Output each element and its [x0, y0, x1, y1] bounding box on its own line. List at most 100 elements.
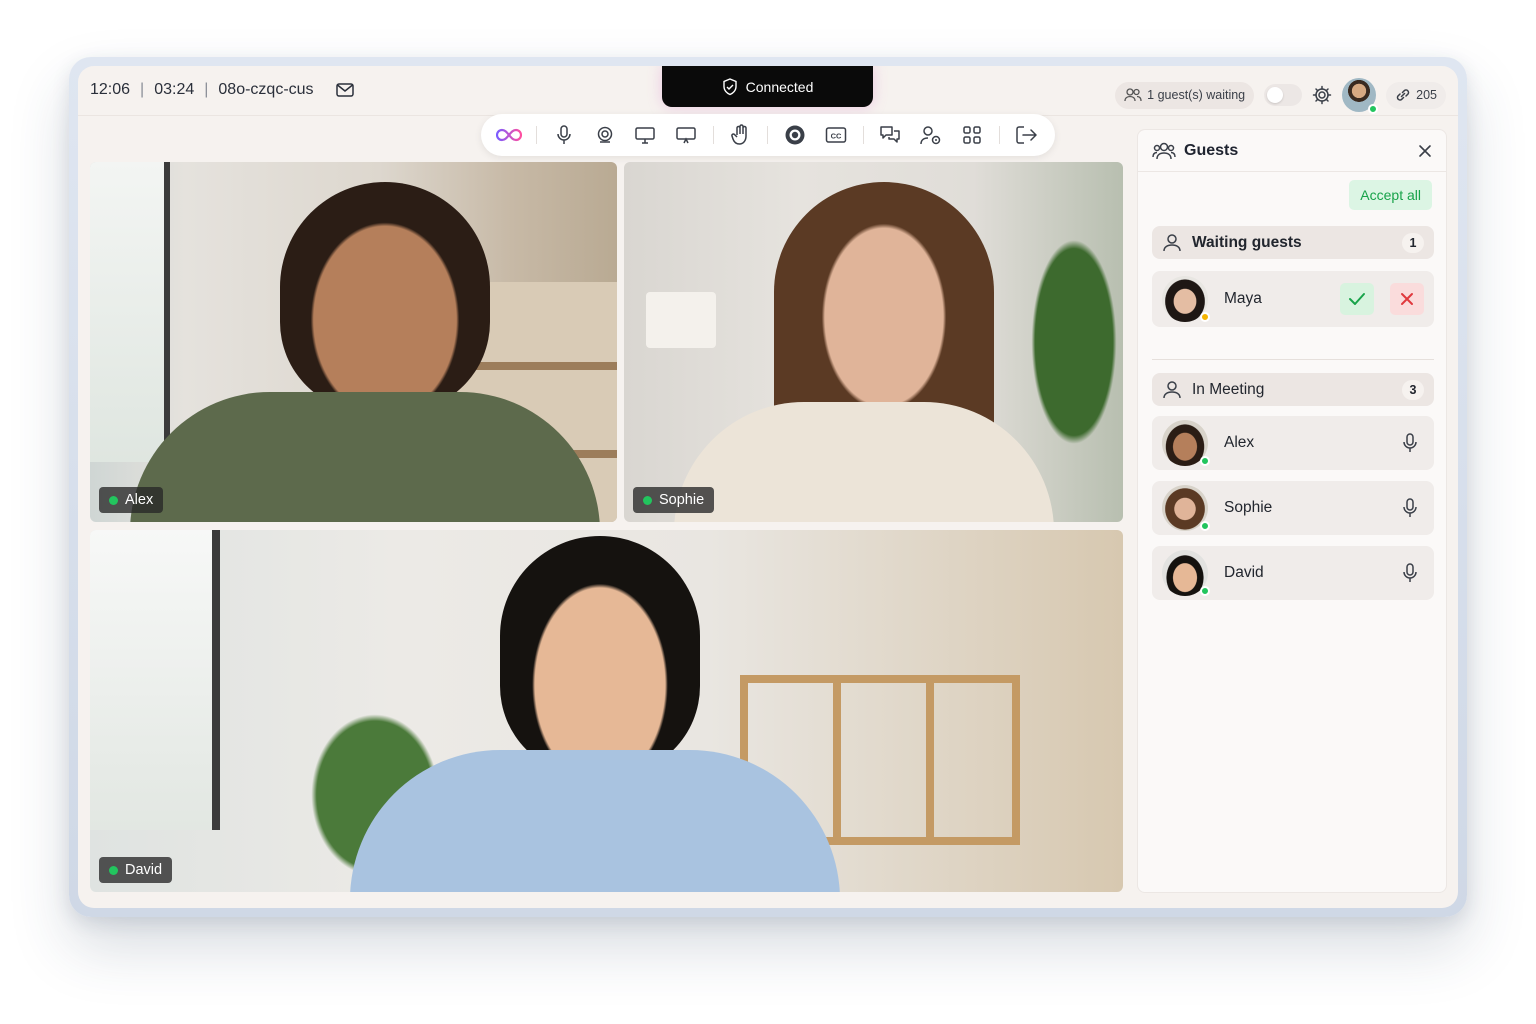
guests-panel-header: Guests — [1138, 130, 1446, 172]
online-indicator — [1200, 456, 1210, 466]
link-icon — [1396, 89, 1410, 101]
participant-name: David — [1224, 564, 1264, 581]
person-david — [500, 536, 700, 776]
self-avatar[interactable] — [1342, 78, 1379, 114]
gear-icon[interactable] — [1312, 85, 1332, 105]
plant — [1024, 222, 1123, 462]
meeting-window: 12:06 | 03:24 | 08o-czqc-cus Connected 1… — [78, 66, 1458, 908]
top-right-tools: 1 guest(s) waiting 205 — [1115, 78, 1446, 114]
online-indicator — [1368, 104, 1379, 114]
tile-name-label: Alex — [125, 492, 154, 508]
video-tile-sophie[interactable]: Sophie — [624, 162, 1123, 522]
clock-time: 12:06 — [90, 81, 131, 98]
tile-name-tag: Sophie — [633, 487, 715, 513]
microphone-icon[interactable] — [1402, 563, 1418, 583]
participant-row-alex[interactable]: Alex — [1152, 416, 1434, 470]
avatar — [1162, 420, 1210, 466]
participant-name: Alex — [1224, 434, 1255, 451]
in-meeting-count: 3 — [1402, 379, 1424, 400]
record-icon[interactable] — [781, 121, 809, 149]
participant-name: Sophie — [1224, 499, 1273, 516]
toolbar-divider — [536, 126, 538, 144]
window-frame — [90, 530, 220, 830]
participant-count: 205 — [1416, 88, 1437, 102]
meeting-duration: 03:24 — [154, 81, 195, 98]
screen-share-icon[interactable] — [631, 121, 659, 149]
person-alex — [280, 182, 490, 412]
participant-row-david[interactable]: David — [1152, 546, 1434, 600]
user-icon — [1163, 380, 1181, 398]
leave-icon[interactable] — [1012, 121, 1040, 149]
microphone-icon[interactable] — [1402, 498, 1418, 518]
waiting-guests-pill[interactable]: 1 guest(s) waiting — [1115, 81, 1255, 109]
online-indicator — [1200, 586, 1210, 596]
infinity-icon[interactable] — [495, 121, 523, 149]
deny-guest-button[interactable] — [1390, 283, 1424, 315]
avatar — [1162, 550, 1210, 596]
toolbar-divider — [998, 126, 1000, 144]
users-icon — [1124, 88, 1142, 102]
close-icon — [1401, 293, 1413, 305]
section-divider — [1152, 359, 1434, 360]
svg-text:CC: CC — [830, 132, 841, 141]
online-indicator — [1200, 521, 1210, 531]
guests-panel-title: Guests — [1184, 141, 1239, 159]
speaking-indicator — [109, 495, 118, 505]
app-frame: 12:06 | 03:24 | 08o-czqc-cus Connected 1… — [69, 57, 1467, 917]
toolbar-divider — [767, 126, 769, 144]
window-frame — [90, 162, 170, 462]
in-meeting-section[interactable]: In Meeting 3 — [1152, 373, 1434, 406]
avatar — [1162, 276, 1210, 322]
theme-toggle[interactable] — [1264, 84, 1303, 106]
accept-all-button[interactable]: Accept all — [1349, 180, 1432, 210]
meeting-meta: 12:06 | 03:24 | 08o-czqc-cus — [90, 81, 354, 99]
connection-status-label: Connected — [745, 78, 814, 95]
meeting-code: 08o-czqc-cus — [218, 81, 314, 98]
connection-status: Connected — [662, 66, 873, 107]
apps-grid-icon[interactable] — [958, 121, 986, 149]
raise-hand-icon[interactable] — [727, 121, 755, 149]
guest-name: Maya — [1224, 290, 1262, 307]
separator: | — [140, 81, 145, 98]
video-tile-david[interactable]: David — [90, 530, 1123, 892]
microphone-icon[interactable] — [550, 121, 578, 149]
people-settings-icon[interactable] — [917, 121, 945, 149]
top-bar: 12:06 | 03:24 | 08o-czqc-cus Connected 1… — [78, 66, 1458, 116]
person-alex-body — [130, 392, 600, 522]
toolbar-divider — [712, 126, 714, 144]
waiting-guests-pill-label: 1 guest(s) waiting — [1147, 88, 1246, 102]
admit-guest-button[interactable] — [1340, 283, 1374, 315]
lamp — [646, 292, 716, 348]
check-icon — [1349, 293, 1365, 305]
captions-icon[interactable]: CC — [822, 121, 850, 149]
waiting-guests-count: 1 — [1402, 232, 1424, 253]
shield-icon — [722, 77, 737, 95]
microphone-icon[interactable] — [1402, 433, 1418, 453]
in-meeting-label: In Meeting — [1192, 380, 1265, 398]
participants-pill[interactable]: 205 — [1386, 81, 1446, 109]
user-icon — [1163, 233, 1181, 251]
participant-row-sophie[interactable]: Sophie — [1152, 481, 1434, 535]
tile-name-tag: David — [99, 857, 173, 883]
tile-name-tag: Alex — [99, 487, 164, 513]
chat-icon[interactable] — [876, 121, 904, 149]
waiting-guests-label: Waiting guests — [1192, 233, 1302, 251]
pending-indicator — [1200, 312, 1210, 322]
camera-icon[interactable] — [591, 121, 619, 149]
close-icon[interactable] — [1418, 144, 1432, 158]
person-david-body — [350, 750, 840, 892]
waiting-guest-row: Maya — [1152, 271, 1434, 327]
waiting-guests-section[interactable]: Waiting guests 1 — [1152, 226, 1434, 259]
present-icon[interactable] — [672, 121, 700, 149]
tile-name-label: David — [125, 862, 163, 878]
toolbar-divider — [862, 126, 864, 144]
avatar — [1162, 485, 1210, 531]
toggle-knob — [1267, 87, 1284, 103]
guests-panel: Guests Accept all Waiting guests 1 Maya … — [1137, 129, 1447, 893]
separator: | — [204, 81, 209, 98]
speaking-indicator — [643, 495, 652, 505]
meeting-toolbar: CC — [481, 114, 1055, 156]
speaking-indicator — [109, 865, 118, 875]
video-tile-alex[interactable]: Alex — [90, 162, 617, 522]
mail-icon[interactable] — [335, 83, 354, 97]
